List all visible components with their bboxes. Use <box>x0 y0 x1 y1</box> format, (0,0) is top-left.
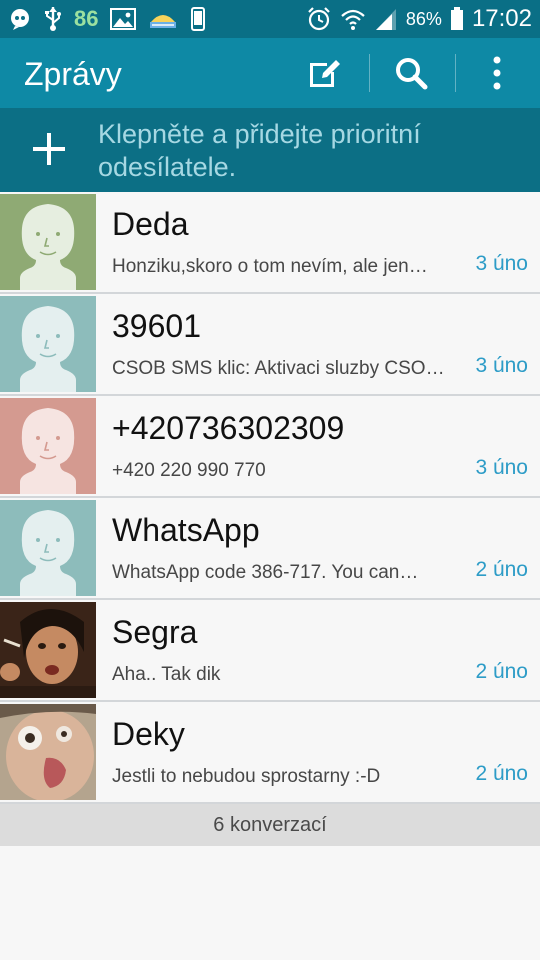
avatar[interactable] <box>0 296 96 392</box>
avatar[interactable] <box>0 500 96 596</box>
app-bar-divider <box>455 54 456 92</box>
message-preview: Aha.. Tak dik <box>112 664 221 685</box>
conversation-item[interactable]: Deda Honziku,skoro o tom nevím, ale jen…… <box>0 192 540 294</box>
status-bar: 86 86% 17:02 <box>0 0 540 38</box>
conversation-item[interactable]: Segra Aha.. Tak dik 2 úno <box>0 600 540 702</box>
app-bar: Zprávy <box>0 38 540 108</box>
battery-icon <box>450 7 464 31</box>
message-date: 2 úno <box>475 558 528 581</box>
plus-icon <box>28 128 70 170</box>
add-priority-sender[interactable]: Klepněte a přidejte prioritní odesílatel… <box>0 108 540 192</box>
contact-name: Deda <box>112 206 189 242</box>
messenger-icon <box>8 7 32 31</box>
app-bar-divider <box>369 54 370 92</box>
conversation-count-bar: 6 konverzací <box>0 804 540 846</box>
priority-hint: Klepněte a přidejte prioritní odesílatel… <box>98 119 421 182</box>
battery-percent: 86% <box>405 8 442 29</box>
compose-icon <box>307 56 343 90</box>
wifi-icon <box>340 7 366 31</box>
message-preview: +420 220 990 770 <box>112 460 266 481</box>
conversation-item[interactable]: +420736302309 +420 220 990 770 3 úno <box>0 396 540 498</box>
avatar[interactable] <box>0 194 96 290</box>
message-date: 3 úno <box>475 456 528 479</box>
message-date: 2 úno <box>475 660 528 683</box>
conversation-item[interactable]: WhatsApp WhatsApp code 386-717. You can…… <box>0 498 540 600</box>
message-preview: CSOB SMS klic: Aktivaci sluzby CSO… <box>112 358 445 379</box>
contact-name: Segra <box>112 614 198 650</box>
status-bar-right: 86% 17:02 <box>306 0 532 38</box>
contact-name: Deky <box>112 716 185 752</box>
conversation-item[interactable]: 39601 CSOB SMS klic: Aktivaci sluzby CSO… <box>0 294 540 396</box>
conversation-list: Deda Honziku,skoro o tom nevím, ale jen…… <box>0 192 540 804</box>
app-title: Zprávy <box>24 56 122 92</box>
clock: 17:02 <box>471 5 532 32</box>
image-icon <box>110 8 137 30</box>
more-options-button[interactable] <box>462 38 532 108</box>
contact-name: WhatsApp <box>112 512 260 548</box>
phone-icon <box>190 7 206 31</box>
message-date: 2 úno <box>475 762 528 785</box>
conversation-count: 6 konverzací <box>213 813 327 836</box>
notification-count: 86 <box>74 6 99 31</box>
avatar[interactable] <box>0 398 96 494</box>
compose-button[interactable] <box>290 38 360 108</box>
message-preview: WhatsApp code 386-717. You can… <box>112 562 419 583</box>
contact-name: +420736302309 <box>112 410 345 446</box>
message-date: 3 úno <box>475 252 528 275</box>
message-date: 3 úno <box>475 354 528 377</box>
search-icon <box>394 56 428 90</box>
conversation-item[interactable]: Deky Jestli to nebudou sprostarny :-D 2 … <box>0 702 540 804</box>
usb-icon <box>44 6 62 32</box>
avatar[interactable] <box>0 704 96 800</box>
status-bar-left: 86 <box>8 0 206 38</box>
weather-icon <box>148 8 178 30</box>
search-button[interactable] <box>376 38 446 108</box>
message-preview: Jestli to nebudou sprostarny :-D <box>112 766 381 787</box>
signal-icon <box>374 7 398 31</box>
message-preview: Honziku,skoro o tom nevím, ale jen… <box>112 256 428 277</box>
contact-name: 39601 <box>112 308 201 344</box>
more-icon <box>492 55 502 91</box>
alarm-icon <box>306 6 332 32</box>
avatar[interactable] <box>0 602 96 698</box>
